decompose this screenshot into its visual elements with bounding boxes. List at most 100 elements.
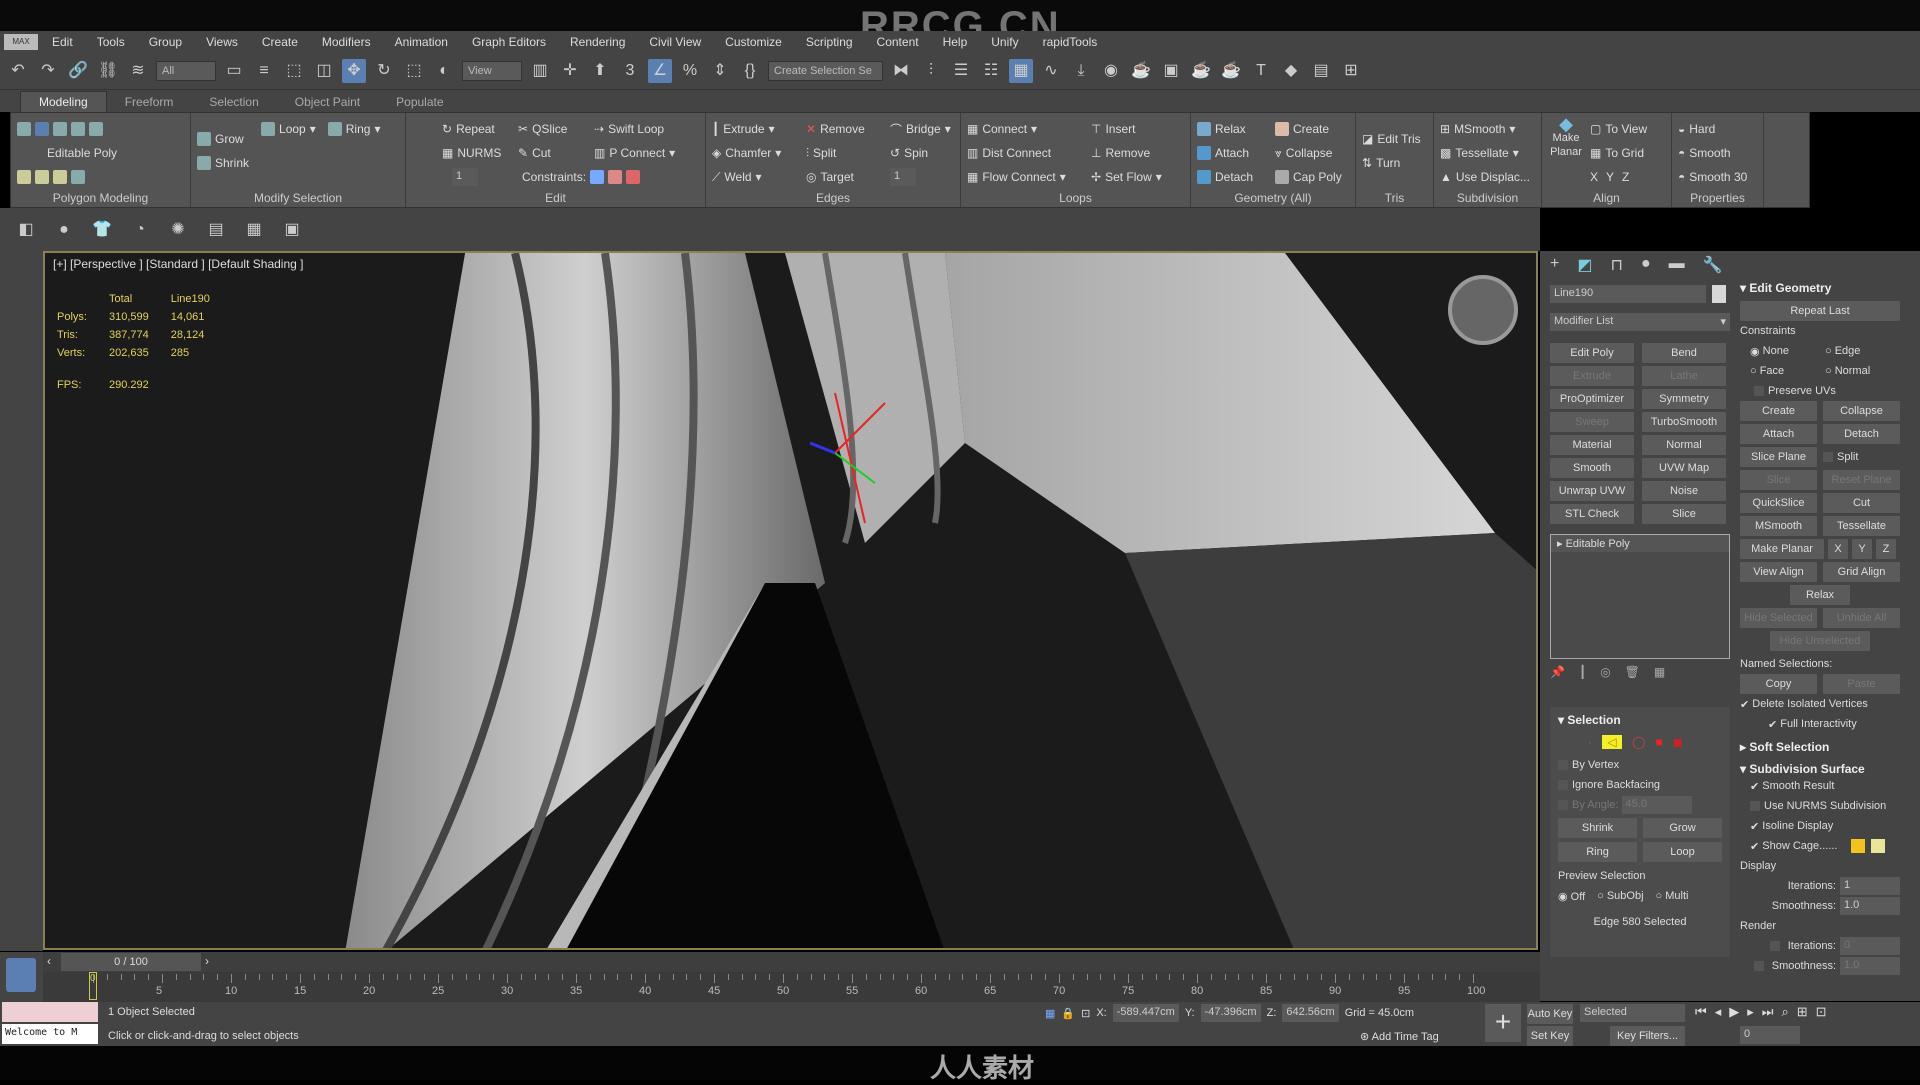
zoom-extents-icon[interactable]: ⊡ [1816, 1004, 1827, 1020]
display-icon[interactable]: ▦ [242, 218, 266, 242]
cage-color-swatch[interactable] [1850, 839, 1865, 853]
camera-icon[interactable]: ◔ [128, 218, 152, 242]
snap-3d-icon[interactable]: 3 [618, 59, 642, 83]
selection-filter-dropdown[interactable]: All [156, 60, 216, 81]
collapse-button[interactable]: Collapse [1823, 401, 1900, 421]
script-icon[interactable]: ▤ [1309, 59, 1333, 83]
to-view-button[interactable]: ▢ To View [1590, 117, 1647, 141]
modifier-icon[interactable] [17, 170, 31, 184]
hide-unselected-button[interactable]: Hide Unselected [1770, 631, 1870, 651]
edit-spinner[interactable]: 1 [452, 168, 478, 186]
app-logo[interactable]: MAX [4, 33, 38, 50]
align-y-button[interactable]: Y [1606, 170, 1614, 184]
percent-snap-icon[interactable]: % [678, 59, 702, 83]
make-planar-button[interactable]: ◆ Make Planar [1548, 115, 1584, 189]
modifier-button[interactable]: Symmetry [1642, 389, 1726, 409]
spin-button[interactable]: ↺ Spin [890, 141, 960, 165]
shrink-button[interactable]: Shrink [197, 151, 249, 175]
menu-graph-editors[interactable]: Graph Editors [472, 35, 546, 49]
render-setup-icon[interactable]: ☕ [1129, 59, 1153, 83]
menu-scripting[interactable]: Scripting [806, 35, 853, 49]
collapse-stack-icon[interactable] [53, 170, 67, 184]
next-frame-icon[interactable]: ▸ [1747, 1004, 1754, 1020]
hide-selected-button[interactable]: Hide Selected [1740, 608, 1817, 628]
modifier-button[interactable]: Extrude [1550, 366, 1634, 386]
spinner-snap-icon[interactable]: ⇕ [708, 59, 732, 83]
border-mode-icon[interactable] [53, 122, 67, 136]
track-bar[interactable]: 5 10 15 20 25 30 35 40 45 50 55 60 65 70 75 80 85 90 95 100… [43, 972, 1540, 1002]
rotate-icon[interactable]: ↻ [372, 59, 396, 83]
planar-y-button[interactable]: Y [1852, 539, 1872, 559]
hard-button[interactable]: ◒ Hard [1678, 117, 1757, 141]
align-icon[interactable]: ⫶ [919, 59, 943, 83]
repeat-button[interactable]: ↻ Repeat [442, 117, 512, 141]
layers-icon[interactable]: ◧ [14, 218, 38, 242]
menu-group[interactable]: Group [149, 35, 182, 49]
view-align-button[interactable]: View Align [1740, 562, 1817, 582]
collapse-button[interactable]: ⩔ Collapse [1275, 141, 1353, 165]
loop-button[interactable]: Loop [1643, 842, 1722, 862]
turn-button[interactable]: ⇅ Turn [1362, 151, 1427, 175]
time-slider[interactable]: ‹ 0 / 100 › [43, 952, 1540, 972]
vertex-icon[interactable]: · [1588, 735, 1592, 749]
split-checkbox[interactable]: Split [1823, 447, 1900, 467]
constraint-face-radio[interactable]: ○ Face [1750, 361, 1825, 381]
undo-icon[interactable]: ↶ [6, 59, 30, 83]
go-to-end-icon[interactable]: ⏭ [1762, 1004, 1774, 1020]
smooth-result-checkbox[interactable]: ✔ Smooth Result [1740, 776, 1900, 796]
to-grid-button[interactable]: ▦ To Grid [1590, 141, 1647, 165]
hierarchy-tab-icon[interactable]: ⊓ [1610, 255, 1622, 275]
qslice-button[interactable]: ✂ QSlice [518, 117, 588, 141]
quad-view-icon[interactable]: ⊞ [1339, 59, 1363, 83]
place-icon[interactable]: ◐ [432, 59, 456, 83]
layer-explorer-icon[interactable]: ☷ [979, 59, 1003, 83]
use-displacement-button[interactable]: ▲ Use Displac... [1440, 165, 1535, 189]
display-iterations-field[interactable]: 1 [1840, 877, 1900, 895]
modifier-button[interactable]: Sweep [1550, 412, 1634, 432]
unhide-all-button[interactable]: Unhide All [1823, 608, 1900, 628]
zoom-icon[interactable]: ⌕ [1781, 1004, 1788, 1020]
ignore-backfacing-checkbox[interactable] [1558, 780, 1568, 790]
by-angle-checkbox[interactable] [1558, 800, 1568, 810]
menu-rendering[interactable]: Rendering [570, 35, 625, 49]
modifier-list-dropdown[interactable]: Modifier List ▾ [1550, 313, 1730, 331]
ribbon-toggle-icon[interactable]: ▦ [1009, 58, 1033, 83]
grid-align-button[interactable]: Grid Align [1823, 562, 1900, 582]
isoline-display-checkbox[interactable]: ✔ Isoline Display [1740, 816, 1900, 836]
modifier-button[interactable]: TurboSmooth [1642, 412, 1726, 432]
menu-edit[interactable]: Edit [52, 35, 73, 49]
play-icon[interactable]: ▶ [1729, 1004, 1739, 1020]
bind-space-warp-icon[interactable]: ≋ [126, 59, 150, 83]
remove-loop-button[interactable]: ⊥ Remove [1091, 141, 1181, 165]
edit-named-selection-icon[interactable]: {} [738, 59, 762, 83]
y-coordinate-field[interactable]: -47.396cm [1200, 1004, 1261, 1022]
msmooth-button[interactable]: ⊞ MSmooth ▾ [1440, 117, 1535, 141]
menu-animation[interactable]: Animation [395, 35, 448, 49]
zoom-all-icon[interactable]: ⊞ [1797, 1004, 1808, 1020]
cut-button[interactable]: ✎ Cut [518, 141, 588, 165]
isolate-selection-icon[interactable]: ▦ [1045, 1007, 1055, 1020]
make-planar-button[interactable]: Make Planar [1740, 539, 1824, 559]
flow-connect-button[interactable]: ▦ Flow Connect ▾ [967, 165, 1087, 189]
maxscript-listener[interactable] [2, 1002, 98, 1022]
make-unique-icon[interactable]: ◎ [1600, 665, 1610, 679]
light-icon[interactable]: ✺ [166, 218, 190, 242]
absolute-mode-icon[interactable]: ⊡ [1081, 1007, 1090, 1020]
grow-button[interactable]: Grow [1643, 818, 1722, 838]
modifier-button[interactable]: Smooth [1550, 458, 1634, 478]
display-tab-icon[interactable]: ▬ [1669, 255, 1685, 275]
x-coordinate-field[interactable]: -589.447cm [1112, 1004, 1179, 1022]
edge-icon[interactable]: ◁ [1602, 735, 1622, 749]
menu-civil-view[interactable]: Civil View [649, 35, 701, 49]
element-mode-icon[interactable] [89, 122, 103, 136]
textools-icon[interactable]: T [1249, 59, 1273, 83]
extrude-button[interactable]: ┃ Extrude ▾ [712, 117, 802, 141]
paste-button[interactable]: Paste [1823, 674, 1900, 694]
pivot-icon[interactable]: ▥ [528, 59, 552, 83]
keyboard-shortcut-icon[interactable]: ⬆ [588, 59, 612, 83]
polygon-mode-icon[interactable] [71, 122, 85, 136]
preview-off-radio[interactable]: ◉ Off [1558, 890, 1585, 903]
preview-subobj-radio[interactable]: ○ SubObj [1597, 890, 1643, 902]
ring-button[interactable]: Ring [1558, 842, 1637, 862]
set-key-button[interactable]: Set Key [1527, 1026, 1573, 1046]
